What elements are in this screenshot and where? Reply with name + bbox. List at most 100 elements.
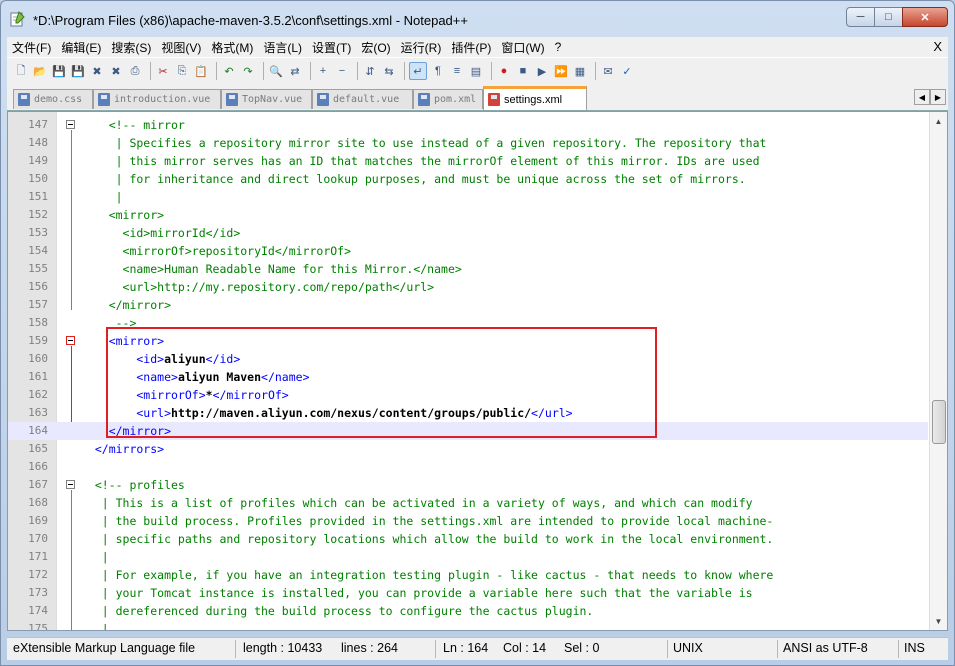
code-token: | the build process. Profiles provided i… (81, 514, 774, 528)
code-line[interactable]: 167 <!-- profiles (8, 476, 928, 494)
tab-label: demo.css (34, 94, 83, 105)
code-line[interactable]: 166 (8, 458, 928, 476)
close-all-icon[interactable]: ✖ (108, 63, 124, 79)
tab-pom-xml[interactable]: pom.xml (413, 89, 483, 109)
code-line[interactable]: 171 | (8, 548, 928, 566)
line-number: 171 (28, 550, 48, 563)
play-macro-icon[interactable]: ▶ (534, 63, 550, 79)
spell-check-icon[interactable]: ✓ (619, 63, 635, 79)
toolbar: 🗋 📂 💾 💾 ✖ ✖ ⎙ ✂ ⎘ 📋 ↶ ↷ 🔍 ⇄ + − ⇵ ⇆ ↵ ¶ ≡ ▤ ● ■ ▶ ⏩ ▦ ✉ ✓ (7, 57, 948, 84)
save-icon[interactable]: 💾 (51, 63, 67, 79)
print-icon[interactable]: ⎙ (127, 63, 143, 79)
save-macro-icon[interactable]: ▦ (572, 63, 588, 79)
maximize-button[interactable]: □ (874, 7, 903, 27)
status-lines: lines : 264 (341, 641, 398, 655)
menu-item[interactable]: 视图(V) (156, 39, 206, 56)
code-line[interactable]: 150 | for inheritance and direct lookup … (8, 170, 928, 188)
tab-topnav-vue[interactable]: TopNav.vue (221, 89, 312, 109)
status-eol: UNIX (673, 641, 703, 655)
code-line[interactable]: 170 | specific paths and repository loca… (8, 530, 928, 548)
code-line[interactable]: 157 </mirror> (8, 296, 928, 314)
close-window-button[interactable]: ✕ (902, 7, 948, 27)
close-icon: ✕ (920, 11, 930, 24)
save-all-icon[interactable]: 💾 (70, 63, 86, 79)
paste-icon[interactable]: 📋 (193, 63, 209, 79)
menu-item[interactable]: 编辑(E) (56, 39, 106, 56)
code-line[interactable]: 148 | Specifies a repository mirror site… (8, 134, 928, 152)
find-icon[interactable]: 🔍 (268, 63, 284, 79)
open-file-icon[interactable]: 📂 (32, 63, 48, 79)
code-line[interactable]: 152 <mirror> (8, 206, 928, 224)
show-all-chars-icon[interactable]: ¶ (430, 63, 446, 79)
menu-item[interactable]: 语言(L) (258, 39, 307, 56)
line-number: 159 (28, 334, 48, 347)
window-title: *D:\Program Files (x86)\apache-maven-3.5… (33, 13, 468, 28)
menu-item[interactable]: 格式(M) (206, 39, 258, 56)
menu-item[interactable]: 宏(O) (356, 39, 395, 56)
record-macro-icon[interactable]: ● (496, 63, 512, 79)
run-macro-multiple-icon[interactable]: ⏩ (553, 63, 569, 79)
minimize-button[interactable]: ─ (846, 7, 875, 27)
scroll-up-arrow-icon[interactable]: ▲ (930, 114, 947, 128)
stop-macro-icon[interactable]: ■ (515, 63, 531, 79)
code-text: | For example, if you have an integratio… (81, 566, 774, 584)
menu-item[interactable]: 搜索(S) (106, 39, 156, 56)
code-editor[interactable]: 147 <!-- mirror 148 | Specifies a reposit… (7, 111, 948, 631)
code-line[interactable]: 153 <id>mirrorId</id> (8, 224, 928, 242)
menu-item[interactable]: ? (550, 40, 567, 54)
code-line[interactable]: 156 <url>http://my.repository.com/repo/p… (8, 278, 928, 296)
code-line[interactable]: 149 | this mirror serves has an ID that … (8, 152, 928, 170)
undo-icon[interactable]: ↶ (221, 63, 237, 79)
zoom-in-icon[interactable]: + (315, 63, 331, 79)
code-line[interactable]: 165 </mirrors> (8, 440, 928, 458)
launch-browser-icon[interactable]: ✉ (600, 63, 616, 79)
replace-icon[interactable]: ⇄ (287, 63, 303, 79)
vertical-scrollbar[interactable]: ▲ ▼ (929, 112, 947, 630)
code-text: | specific paths and repository location… (81, 530, 774, 548)
code-line[interactable]: 151 | (8, 188, 928, 206)
code-line[interactable]: 155 <name>Human Readable Name for this M… (8, 260, 928, 278)
tab-scroll-left-button[interactable]: ◀ (914, 89, 930, 105)
menu-item[interactable]: 窗口(W) (496, 39, 549, 56)
scroll-down-arrow-icon[interactable]: ▼ (930, 614, 947, 628)
code-line[interactable]: 169 | the build process. Profiles provid… (8, 512, 928, 530)
code-line[interactable]: 172 | For example, if you have an integr… (8, 566, 928, 584)
code-token: | For example, if you have an integratio… (81, 568, 774, 582)
word-wrap-icon[interactable]: ↵ (409, 62, 427, 80)
code-line[interactable]: 154 <mirrorOf>repositoryId</mirrorOf> (8, 242, 928, 260)
code-text: | (81, 548, 109, 566)
code-text: | for inheritance and direct lookup purp… (81, 170, 746, 188)
indent-guide-icon[interactable]: ≡ (449, 63, 465, 79)
code-line[interactable]: 168 | This is a list of profiles which c… (8, 494, 928, 512)
status-length: length : 10433 (243, 641, 323, 655)
new-file-icon[interactable]: 🗋 (13, 63, 29, 79)
saved-file-icon (418, 93, 430, 106)
menu-item[interactable]: 插件(P) (446, 39, 496, 56)
tab-bar: ◀ ▶ demo.css introduction.vue TopNav.vue de… (7, 84, 948, 111)
title-bar[interactable]: *D:\Program Files (x86)\apache-maven-3.5… (1, 1, 954, 37)
close-document-button[interactable]: X (933, 39, 942, 54)
scrollbar-thumb[interactable] (932, 400, 946, 444)
code-line[interactable]: 173 | your Tomcat instance is installed,… (8, 584, 928, 602)
tab-settings-xml[interactable]: settings.xml (483, 86, 587, 110)
menu-item[interactable]: 文件(F) (7, 39, 56, 56)
code-line[interactable]: 175 | (8, 620, 928, 630)
menu-item[interactable]: 设置(T) (307, 39, 356, 56)
menu-item[interactable]: 运行(R) (396, 39, 447, 56)
tab-scroll-right-button[interactable]: ▶ (930, 89, 946, 105)
doc-map-icon[interactable]: ▤ (468, 63, 484, 79)
redo-icon[interactable]: ↷ (240, 63, 256, 79)
line-number: 173 (28, 586, 48, 599)
sync-v-icon[interactable]: ⇵ (362, 63, 378, 79)
close-icon[interactable]: ✖ (89, 63, 105, 79)
code-line[interactable]: 174 | dereferenced during the build proc… (8, 602, 928, 620)
saved-file-icon (226, 93, 238, 106)
tab-demo-css[interactable]: demo.css (13, 89, 93, 109)
sync-h-icon[interactable]: ⇆ (381, 63, 397, 79)
cut-icon[interactable]: ✂ (155, 63, 171, 79)
code-line[interactable]: 147 <!-- mirror (8, 116, 928, 134)
tab-introduction-vue[interactable]: introduction.vue (93, 89, 221, 109)
zoom-out-icon[interactable]: − (334, 63, 350, 79)
tab-default-vue[interactable]: default.vue (312, 89, 413, 109)
copy-icon[interactable]: ⎘ (174, 63, 190, 79)
